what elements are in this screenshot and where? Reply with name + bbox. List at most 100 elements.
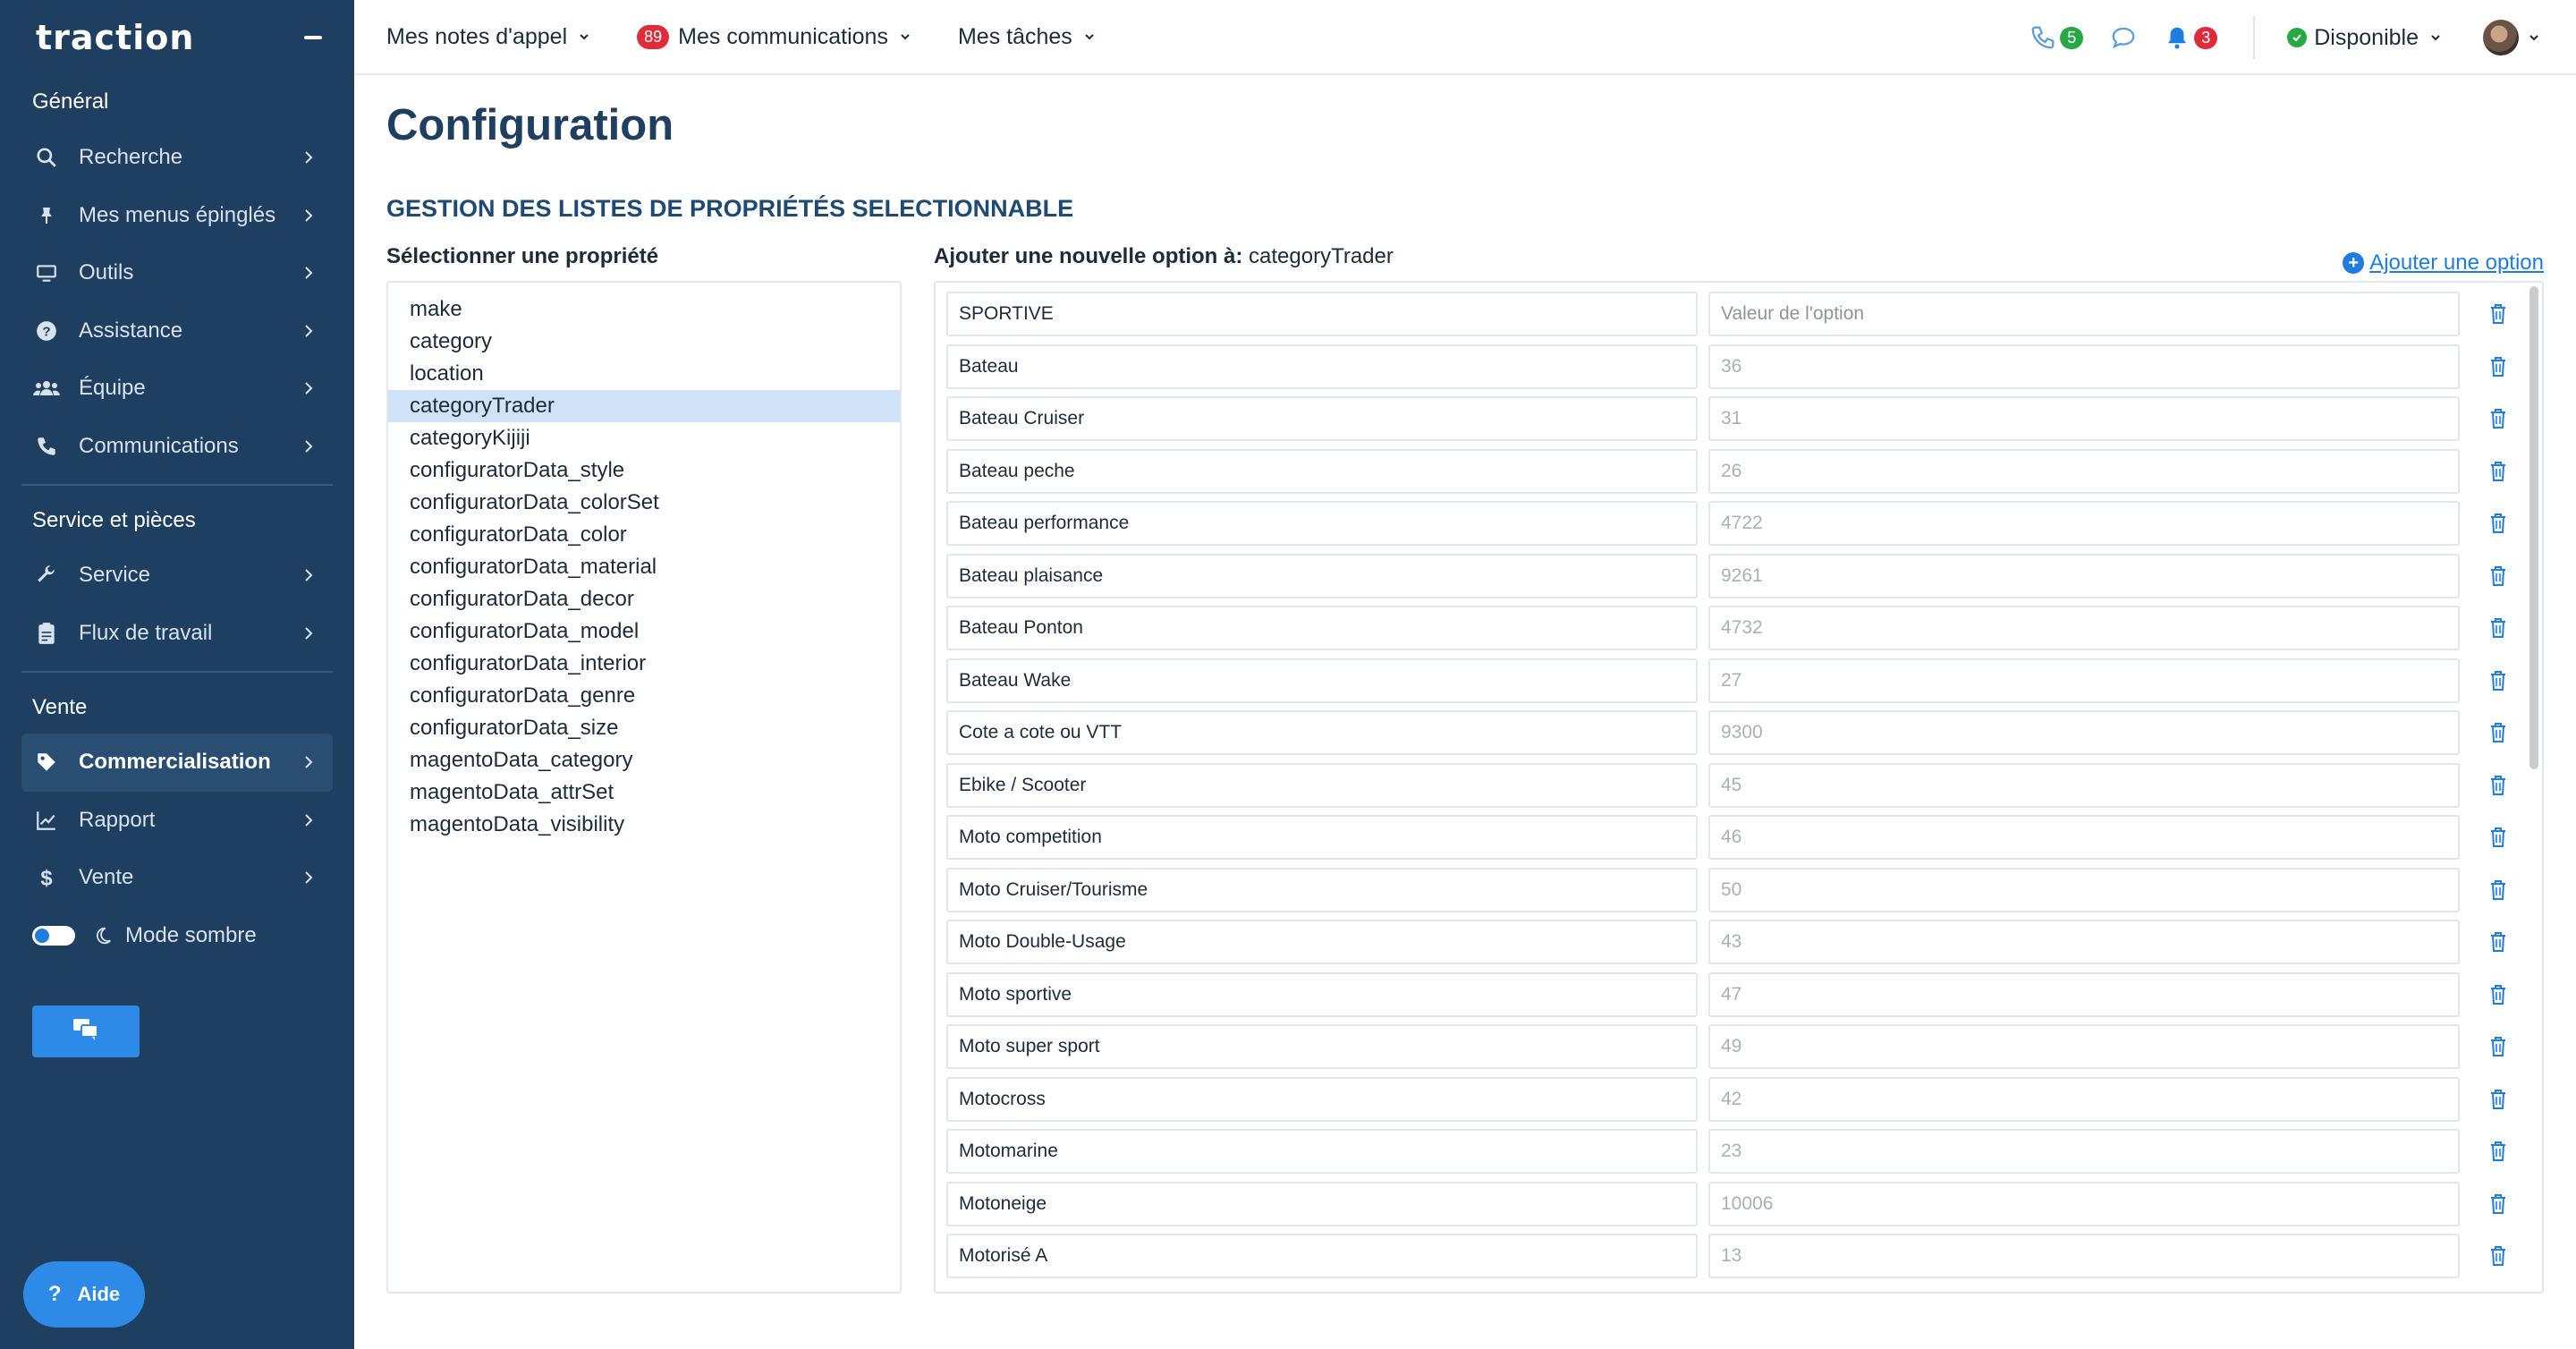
option-name-input[interactable]: Moto competition [946,815,1698,860]
trash-icon[interactable] [2487,1192,2510,1217]
property-list-item[interactable]: configuratorData_decor [388,583,900,615]
option-name-input[interactable]: Bateau Wake [946,658,1698,703]
property-list-item[interactable]: make [388,293,900,326]
menu-tasks[interactable]: Mes tâches [958,24,1096,50]
trash-icon[interactable] [2487,878,2510,903]
menu-communications[interactable]: 89 Mes communications [637,24,911,50]
option-value-input[interactable]: 26 [1708,448,2460,494]
phone-calls-button[interactable]: 5 [2029,24,2084,51]
sidebar-item-communications[interactable]: Communications [0,418,354,476]
trash-icon[interactable] [2487,773,2510,798]
property-list-item[interactable]: configuratorData_colorSet [388,487,900,519]
sidebar-item-commercialisation[interactable]: Commercialisation [21,734,333,792]
option-value-input[interactable]: 45 [1708,762,2460,808]
property-list-item[interactable]: configuratorData_style [388,454,900,487]
sidebar-item-vente[interactable]: $ Vente [0,849,354,907]
option-value-input[interactable]: 9300 [1708,710,2460,755]
property-list-item[interactable]: magentoData_visibility [388,809,900,841]
trash-icon[interactable] [2487,1139,2510,1164]
sidebar-item-rapport[interactable]: Rapport [0,792,354,850]
property-list-item[interactable]: configuratorData_model [388,615,900,648]
option-name-input[interactable]: Cote a cote ou VTT [946,710,1698,755]
property-list-item[interactable]: magentoData_attrSet [388,776,900,809]
property-list-item[interactable]: configuratorData_material [388,551,900,583]
option-value-input[interactable]: Valeur de l'option [1708,292,2460,336]
availability-status-dropdown[interactable]: Disponible [2287,25,2442,51]
option-name-input[interactable]: Bateau performance [946,501,1698,546]
chat-button[interactable] [32,1005,140,1057]
property-list-item[interactable]: location [388,358,900,390]
option-value-input[interactable]: 43 [1708,920,2460,964]
option-name-input[interactable]: Motorisé A [946,1234,1698,1278]
sidebar-item-mes-menus-epingles[interactable]: Mes menus épinglés [0,187,354,245]
trash-icon[interactable] [2487,1034,2510,1059]
menu-call-notes[interactable]: Mes notes d'appel [386,24,590,50]
messages-button[interactable] [2110,24,2137,51]
option-value-input[interactable]: 36 [1708,344,2460,389]
property-list-item[interactable]: configuratorData_color [388,519,900,551]
option-value-input[interactable]: 13 [1708,1234,2460,1278]
option-name-input[interactable]: Motomarine [946,1129,1698,1174]
options-scrollbar[interactable] [2529,286,2538,769]
notifications-button[interactable]: 3 [2164,24,2218,51]
trash-icon[interactable] [2487,1087,2510,1112]
sidebar-item-service[interactable]: Service [0,547,354,605]
property-list-item[interactable]: configuratorData_size [388,712,900,744]
trash-icon[interactable] [2487,354,2510,379]
trash-icon[interactable] [2487,720,2510,745]
trash-icon[interactable] [2487,668,2510,693]
trash-icon[interactable] [2487,301,2510,327]
property-list-item[interactable]: magentoData_category [388,744,900,776]
option-name-input[interactable]: Bateau plaisance [946,553,1698,598]
add-option-link[interactable]: + Ajouter une option [2343,250,2544,276]
app-logo[interactable]: traction [36,18,194,57]
option-name-input[interactable]: Ebike / Scooter [946,762,1698,808]
property-list-item[interactable]: categoryTrader [388,390,900,422]
property-list-item[interactable]: category [388,326,900,358]
option-name-input[interactable]: Bateau peche [946,448,1698,494]
option-value-input[interactable]: 4722 [1708,501,2460,546]
option-name-input[interactable]: Bateau [946,344,1698,389]
option-name-input[interactable]: Bateau Cruiser [946,396,1698,441]
option-value-input[interactable]: 49 [1708,1024,2460,1069]
option-name-input[interactable]: Bateau Ponton [946,606,1698,650]
sidebar-item-assistance[interactable]: ? Assistance [0,302,354,361]
option-name-input[interactable]: SPORTIVE [946,292,1698,336]
sidebar-item-equipe[interactable]: Équipe [0,360,354,418]
trash-icon[interactable] [2487,1243,2510,1268]
trash-icon[interactable] [2487,615,2510,641]
trash-icon[interactable] [2487,459,2510,484]
trash-icon[interactable] [2487,564,2510,589]
option-value-input[interactable]: 4732 [1708,606,2460,650]
option-value-input[interactable]: 47 [1708,971,2460,1017]
option-value-input[interactable]: 50 [1708,867,2460,912]
option-value-input[interactable]: 46 [1708,815,2460,860]
option-value-input[interactable]: 31 [1708,396,2460,441]
dark-mode-toggle[interactable] [32,925,75,946]
option-name-input[interactable]: Moto Double-Usage [946,920,1698,964]
option-name-input[interactable]: Motoneige [946,1181,1698,1226]
sidebar-item-flux-de-travail[interactable]: Flux de travail [0,605,354,663]
option-value-input[interactable]: 23 [1708,1129,2460,1174]
option-name-input[interactable]: Moto Cruiser/Tourisme [946,867,1698,912]
trash-icon[interactable] [2487,982,2510,1007]
sidebar-item-recherche[interactable]: Recherche [0,129,354,187]
option-name-input[interactable]: Motocross [946,1076,1698,1122]
user-menu[interactable] [2483,20,2540,55]
option-value-input[interactable]: 27 [1708,658,2460,703]
option-name-input[interactable]: Moto sportive [946,971,1698,1017]
help-button[interactable]: ? Aide [23,1261,145,1328]
trash-icon[interactable] [2487,406,2510,431]
option-value-input[interactable]: 9261 [1708,553,2460,598]
trash-icon[interactable] [2487,825,2510,850]
sidebar-item-outils[interactable]: Outils [0,244,354,302]
collapse-sidebar-button[interactable] [304,36,322,39]
option-name-input[interactable]: Moto super sport [946,1024,1698,1069]
trash-icon[interactable] [2487,929,2510,954]
option-value-input[interactable]: 42 [1708,1076,2460,1122]
trash-icon[interactable] [2487,511,2510,536]
property-list-item[interactable]: categoryKijiji [388,422,900,454]
property-list-item[interactable]: configuratorData_interior [388,648,900,680]
property-list-item[interactable]: configuratorData_genre [388,680,900,712]
option-value-input[interactable]: 10006 [1708,1181,2460,1226]
